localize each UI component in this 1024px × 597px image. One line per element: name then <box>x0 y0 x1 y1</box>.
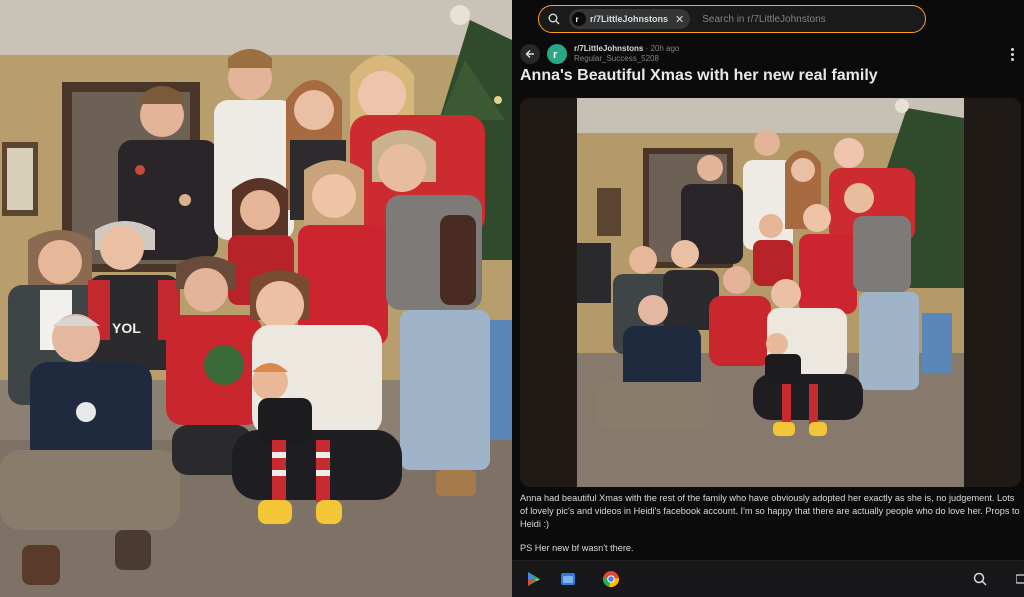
post-ps-line: PS Her new bf wasn't there. <box>520 543 634 553</box>
post-meta: r/7LittleJohnstons · 20h ago Regular_Suc… <box>574 44 679 64</box>
subreddit-name[interactable]: r/7LittleJohnstons <box>574 44 643 53</box>
taskbar <box>512 560 1024 597</box>
search-icon[interactable] <box>970 569 990 589</box>
search-icon[interactable] <box>539 13 569 25</box>
search-bar[interactable]: r r/7LittleJohnstons ✕ Search in r/7Litt… <box>538 5 926 33</box>
subreddit-chip-label: r/7LittleJohnstons <box>590 14 669 24</box>
reddit-post-pane: r r/7LittleJohnstons ✕ Search in r/7Litt… <box>512 0 1024 597</box>
files-icon[interactable] <box>558 569 578 589</box>
post-header: r r/7LittleJohnstons · 20h ago Regular_S… <box>520 42 679 66</box>
family-photo-left: YOL <box>0 0 512 597</box>
post-age: · 20h ago <box>645 44 680 53</box>
subreddit-chip-icon: r <box>572 12 586 26</box>
top-bar: r r/7LittleJohnstons ✕ Search in r/7Litt… <box>512 0 1024 38</box>
sweater-text: YOL <box>112 320 141 336</box>
screen: YOL r r/7LittleJohnstons ✕ Search in r/7… <box>0 0 1024 597</box>
post-body: Anna had beautiful Xmas with the rest of… <box>520 493 1020 529</box>
subreddit-avatar-icon[interactable]: r <box>547 44 567 64</box>
svg-text:r: r <box>553 49 558 60</box>
chrome-icon[interactable] <box>601 569 621 589</box>
remove-filter-icon[interactable]: ✕ <box>675 13 684 26</box>
svg-text:r: r <box>576 15 579 23</box>
back-arrow-icon[interactable] <box>520 44 540 64</box>
search-placeholder[interactable]: Search in r/7LittleJohnstons <box>702 14 825 25</box>
post-image[interactable] <box>520 98 1021 487</box>
screen-icon[interactable] <box>1012 569 1024 589</box>
post-title[interactable]: Anna's Beautiful Xmas with her new real … <box>520 67 878 85</box>
author-name[interactable]: Regular_Success_5208 <box>574 54 679 64</box>
more-options-icon[interactable] <box>1004 46 1020 62</box>
play-store-icon[interactable] <box>524 569 544 589</box>
post-image-photo <box>577 98 964 487</box>
subreddit-filter-chip[interactable]: r r/7LittleJohnstons ✕ <box>569 9 691 29</box>
